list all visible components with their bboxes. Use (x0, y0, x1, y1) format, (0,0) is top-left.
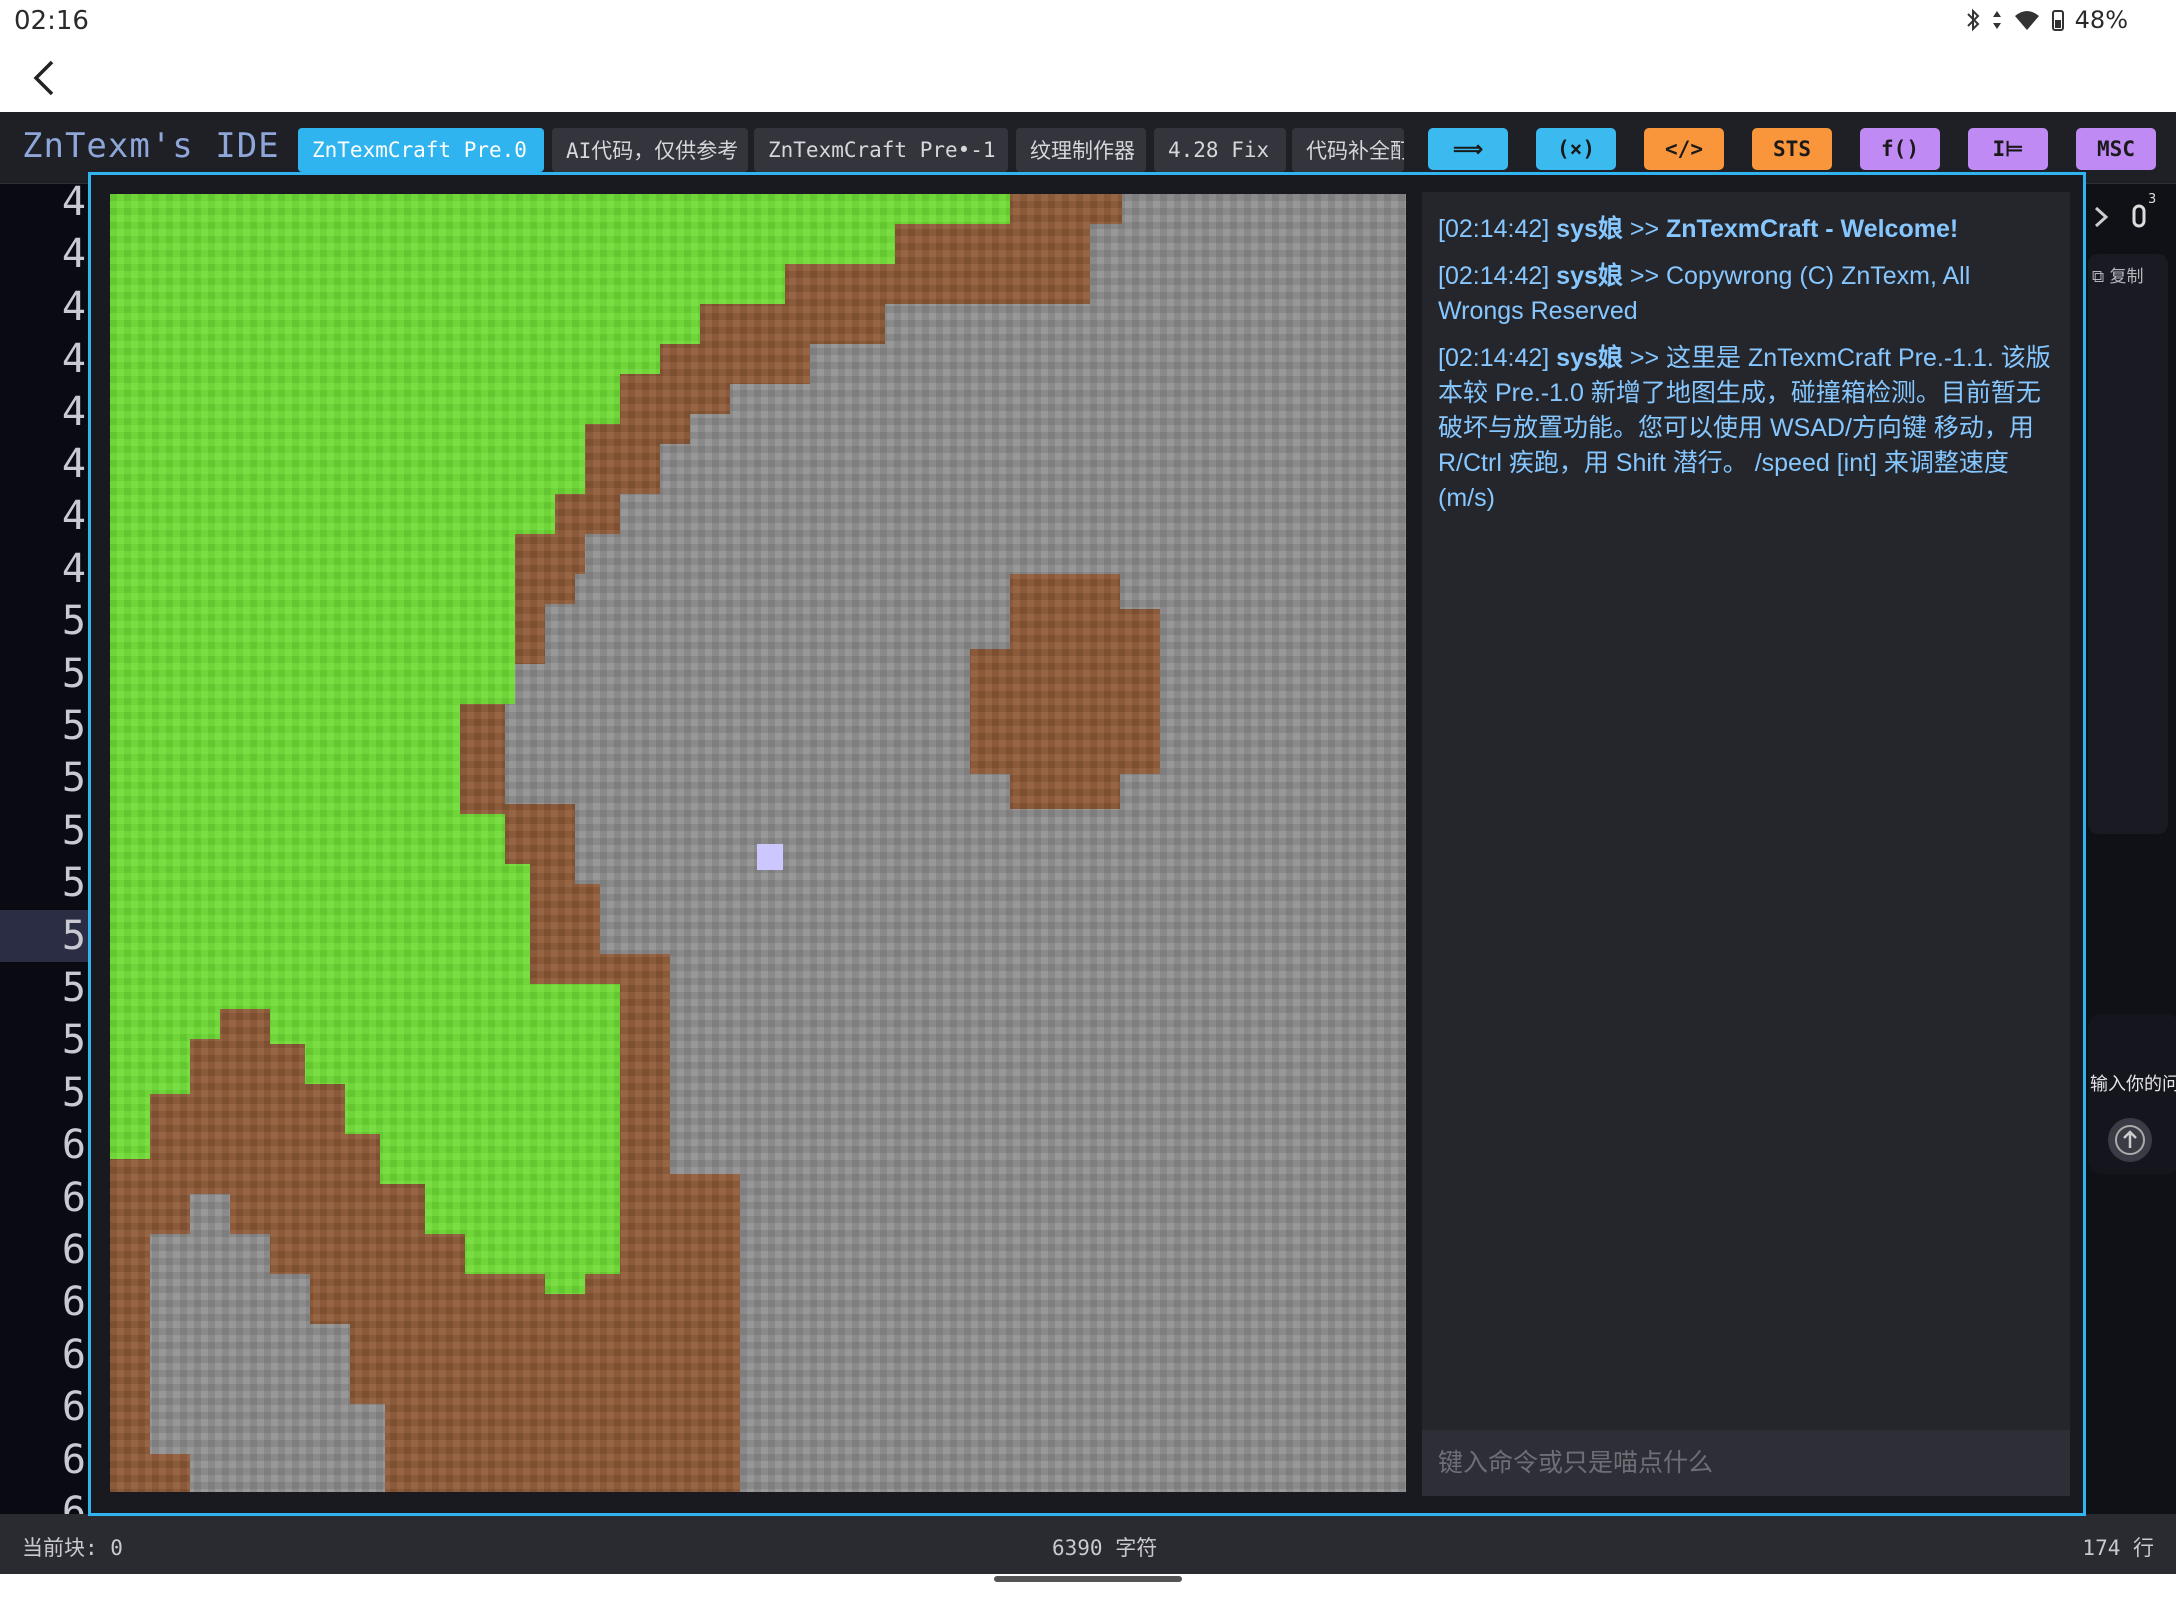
tab-zntexmcraft-pre0[interactable]: ZnTexmCraft Pre.0 (298, 128, 544, 172)
function-button[interactable]: f() (1860, 128, 1940, 170)
line-number: 5 (61, 703, 86, 749)
console-panel: [02:14:42] sys娘 >> ZnTexmCraft - Welcome… (1422, 192, 2070, 1496)
tab-texture-maker[interactable]: 纹理制作器 (1016, 128, 1146, 172)
line-number: 5 (61, 1069, 86, 1116)
log-sender: sys娘 (1556, 262, 1623, 290)
format-button[interactable]: I⊨ (1968, 128, 2048, 170)
current-block: 当前块: 0 (22, 1536, 123, 1560)
player[interactable] (757, 844, 783, 870)
line-number: 6 (61, 1384, 86, 1431)
copy-label: 复制 (2109, 267, 2144, 287)
log-message: ZnTexmCraft - Welcome! (1666, 215, 1959, 243)
copy-icon: ⧉ (2092, 267, 2110, 287)
log-line: [02:14:42] sys娘 >> 这里是 ZnTexmCraft Pre.-… (1438, 341, 2058, 516)
expand-icon[interactable] (2088, 202, 2112, 232)
wifi-icon (2014, 11, 2039, 30)
game-world[interactable] (110, 194, 1406, 1492)
data-arrows-icon (1992, 11, 2001, 29)
line-number: 6 (61, 1489, 86, 1514)
log-separator: >> (1629, 262, 1660, 290)
status-icons: 48% (1965, 6, 2128, 34)
log-line: [02:14:42] sys娘 >> ZnTexmCraft - Welcome… (1438, 212, 2058, 247)
status-time: 02:16 (14, 6, 89, 36)
line-number: 5 (61, 650, 86, 697)
line-number: 4 (61, 283, 86, 330)
variable-button[interactable]: (×) (1536, 128, 1616, 170)
line-number: 6 (61, 1122, 86, 1169)
ai-assistant-panel: 3 ⧉ 复制 输入你的问 (2084, 184, 2176, 1514)
line-number: 4 (61, 336, 86, 383)
tab-428-fix[interactable]: 4.28 Fix (1154, 128, 1286, 172)
line-number: 4 (61, 231, 86, 278)
tab-zntexmcraft-pre-1[interactable]: ZnTexmCraft Pre•-1 (754, 128, 1008, 172)
system-status-bar: 02:16 48% (0, 0, 2176, 44)
code-button[interactable]: </> (1644, 128, 1724, 170)
line-number: 5 (61, 1017, 86, 1064)
arrow-up-icon (2115, 1125, 2145, 1155)
app-bar (0, 44, 2176, 112)
send-button[interactable] (2108, 1118, 2152, 1162)
line-number: 5 (0, 909, 92, 962)
battery-icon (2051, 10, 2064, 31)
log-separator: >> (1629, 344, 1660, 372)
line-number: 6 (61, 1227, 86, 1273)
log-sender: sys娘 (1556, 215, 1623, 243)
line-number: 4 (61, 545, 86, 592)
line-number: 5 (61, 860, 86, 907)
line-number: 4 (61, 184, 86, 225)
console-log: [02:14:42] sys娘 >> ZnTexmCraft - Welcome… (1438, 212, 2058, 528)
ai-response-card (2088, 254, 2168, 834)
char-count: 6390 字符 (1052, 1536, 1158, 1560)
misc-button[interactable]: MSC (2076, 128, 2156, 170)
log-time: [02:14:42] (1438, 344, 1550, 372)
line-number: 6 (61, 1174, 86, 1221)
tab-code-completion[interactable]: 代码补全酊 (1292, 128, 1404, 172)
line-count: 174 行 (2082, 1536, 2154, 1560)
home-indicator[interactable] (994, 1576, 1182, 1582)
command-input[interactable] (1422, 1430, 2070, 1496)
log-sender: sys娘 (1556, 344, 1623, 372)
ai-input-placeholder: 输入你的问 (2090, 1074, 2176, 1095)
line-number: 6 (61, 1436, 86, 1483)
line-number-gutter: 44444444555555555566666666 (0, 184, 92, 1514)
copy-button[interactable]: ⧉ 复制 (2092, 262, 2144, 287)
log-separator: >> (1629, 215, 1660, 243)
log-time: [02:14:42] (1438, 262, 1550, 290)
log-line: [02:14:42] sys娘 >> Copywrong (C) ZnTexm,… (1438, 259, 2058, 329)
line-number: 4 (61, 493, 86, 540)
line-number: 6 (61, 1279, 86, 1326)
line-number: 5 (61, 755, 86, 802)
line-number: 5 (61, 598, 86, 645)
chevron-left-icon (33, 60, 54, 96)
tab-ai-code[interactable]: AI代码，仅供参考 (552, 128, 748, 172)
sts-button[interactable]: STS (1752, 128, 1832, 170)
battery-percent: 48% (2074, 6, 2128, 34)
attachment-badge: 3 (2148, 192, 2157, 207)
line-number: 6 (61, 1331, 86, 1378)
back-button[interactable] (22, 54, 70, 102)
bluetooth-icon (1966, 8, 1980, 32)
line-number: 5 (61, 965, 86, 1011)
line-number: 5 (61, 807, 86, 854)
ide-title: ZnTexm's IDE (22, 126, 280, 166)
line-number: 4 (61, 441, 86, 487)
line-number: 4 (61, 388, 86, 435)
editor-status-bar: 当前块: 0 6390 字符 174 行 (0, 1514, 2176, 1574)
log-time: [02:14:42] (1438, 215, 1550, 243)
run-button[interactable]: ⟹ (1428, 128, 1508, 170)
game-canvas[interactable] (110, 194, 1406, 1492)
